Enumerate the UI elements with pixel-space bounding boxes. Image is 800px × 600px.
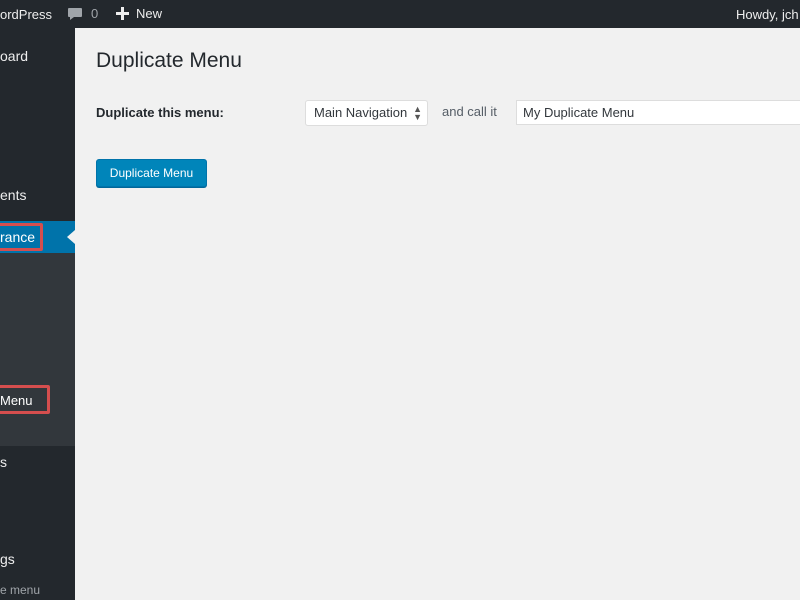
admin-bar: ordPress 0 New Howdy, jch <box>0 0 800 28</box>
menu-select-value: Main Navigation <box>314 105 408 120</box>
comment-bubble-icon <box>68 7 82 20</box>
site-name-link[interactable]: ordPress <box>0 7 52 22</box>
new-menu-name-input[interactable] <box>516 100 800 125</box>
new-content-link[interactable]: New <box>116 6 162 21</box>
and-call-it-label: and call it <box>442 104 497 119</box>
sidebar-item-comments[interactable]: ents <box>0 187 26 203</box>
page-title: Duplicate Menu <box>96 49 242 72</box>
main-content: Duplicate Menu Duplicate this menu: Main… <box>75 28 800 600</box>
menu-select[interactable]: Main Navigation ▲ ▼ <box>305 100 428 126</box>
submenu-item-menu[interactable]: Menu <box>0 393 33 408</box>
select-arrows-icon: ▲ ▼ <box>413 104 422 122</box>
admin-sidebar: oard ents rance Menu s gs e menu <box>0 28 75 600</box>
duplicate-menu-label: Duplicate this menu: <box>96 105 224 120</box>
sidebar-item-appearance-label: rance <box>0 229 36 245</box>
sidebar-item-dashboard[interactable]: oard <box>0 48 28 64</box>
collapse-menu-button[interactable]: e menu <box>0 583 40 597</box>
appearance-submenu <box>0 253 75 446</box>
new-label: New <box>136 6 163 21</box>
account-menu[interactable]: Howdy, jch <box>736 7 799 22</box>
comments-link[interactable]: 0 <box>67 6 98 21</box>
sidebar-item-settings[interactable]: gs <box>0 551 15 567</box>
duplicate-menu-button[interactable]: Duplicate Menu <box>96 159 207 187</box>
sidebar-item-users[interactable]: s <box>0 454 7 470</box>
current-menu-arrow <box>67 230 75 244</box>
comment-count: 0 <box>91 6 99 21</box>
plus-icon <box>116 7 129 20</box>
